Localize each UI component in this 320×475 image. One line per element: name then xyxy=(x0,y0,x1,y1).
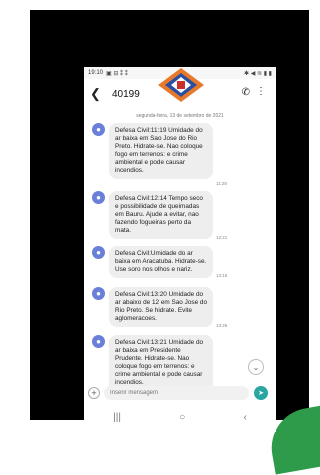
person-icon: ● xyxy=(96,288,101,298)
phone-icon[interactable]: ✆ xyxy=(242,87,250,98)
message-list: ● Defesa Civil:11:19 Umidade do ar baixa… xyxy=(84,123,276,388)
message-bubble[interactable]: Defesa Civil:11:19 Umidade do ar baixa e… xyxy=(109,123,213,179)
recent-apps-icon[interactable]: ||| xyxy=(113,412,121,423)
add-icon[interactable]: + xyxy=(88,387,100,399)
home-icon[interactable]: ○ xyxy=(179,412,185,423)
phone-screen: 19:10 ▣ ⊟ ⁑ ⁑ ✱ ◀ ≋ ▮ ▮ ❮ 40199 ✆ ⋮ segu… xyxy=(84,67,276,432)
status-right: ✱ ◀ ≋ ▮ ▮ xyxy=(244,70,272,77)
message-bubble[interactable]: Defesa Civil:12:14 Tempo seco e possibil… xyxy=(109,191,213,239)
message-time: 13:16 xyxy=(216,273,228,278)
avatar[interactable]: ● xyxy=(92,191,105,204)
contact-number[interactable]: 40199 xyxy=(112,89,140,100)
person-icon: ● xyxy=(96,336,101,346)
person-icon: ● xyxy=(96,124,101,134)
message-bubble[interactable]: Defesa Civil:13:21 Umidade do ar baixa e… xyxy=(109,335,213,388)
status-time: 19:10 xyxy=(88,70,104,76)
scroll-down-button[interactable]: ⌄ xyxy=(248,359,264,375)
arrow-back-icon[interactable]: ❮ xyxy=(90,86,104,102)
defesa-civil-logo xyxy=(158,68,204,102)
avatar[interactable]: ● xyxy=(92,246,105,259)
date-separator: segunda-feira, 13 de setembro de 2021 xyxy=(136,113,224,119)
avatar[interactable]: ● xyxy=(92,123,105,136)
message-time: 11:28 xyxy=(216,181,227,186)
message-time: 12:21 xyxy=(216,235,228,240)
signal-battery-icons: ✱ ◀ ≋ ▮ ▮ xyxy=(244,70,272,77)
notification-icons: ▣ ⊟ ⁑ ⁑ xyxy=(106,70,128,77)
message-time: 13:26 xyxy=(216,323,228,328)
avatar[interactable]: ● xyxy=(92,335,105,348)
message-input[interactable] xyxy=(104,386,249,400)
person-icon: ● xyxy=(96,247,101,257)
chevron-down-icon: ⌄ xyxy=(252,362,260,372)
person-icon: ● xyxy=(96,192,101,202)
more-vertical-icon[interactable]: ⋮ xyxy=(256,86,266,97)
message-bubble[interactable]: Defesa Civil:13:20 Umidade do ar abaixo … xyxy=(109,287,213,327)
status-left: 19:10 ▣ ⊟ ⁑ ⁑ xyxy=(88,70,128,77)
voice-send-icon[interactable]: ➤ xyxy=(254,386,268,400)
system-navigation-bar: ||| ○ ‹ xyxy=(84,407,276,427)
message-composer: + ➤ xyxy=(88,385,272,401)
message-bubble[interactable]: Defesa Civil:Umidade do ar baixa em Arac… xyxy=(109,246,213,278)
back-nav-icon[interactable]: ‹ xyxy=(244,412,247,423)
avatar[interactable]: ● xyxy=(92,287,105,300)
